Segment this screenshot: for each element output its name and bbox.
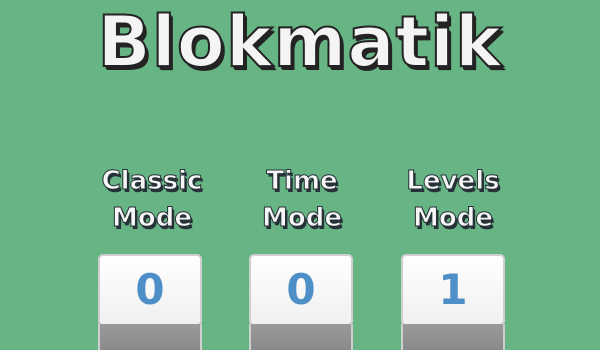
levels-mode-tile-side bbox=[401, 324, 505, 350]
classic-mode-section[interactable]: Classic Mode bbox=[82, 163, 222, 239]
levels-mode-button[interactable]: 1 bbox=[401, 254, 505, 350]
game-title: Blokmatik bbox=[96, 0, 503, 84]
classic-mode-label: Classic Mode bbox=[82, 163, 222, 239]
levels-mode-label-line2: Mode bbox=[413, 203, 494, 234]
classic-mode-label-line1: Classic bbox=[101, 166, 203, 197]
levels-mode-section[interactable]: Levels Mode bbox=[383, 163, 523, 239]
levels-mode-label-line1: Levels bbox=[406, 166, 500, 197]
levels-mode-label: Levels Mode bbox=[383, 163, 523, 239]
classic-mode-tile-side bbox=[98, 324, 202, 350]
time-mode-section[interactable]: Time Mode bbox=[232, 163, 372, 239]
time-mode-button[interactable]: 0 bbox=[249, 254, 353, 350]
levels-mode-score: 1 bbox=[438, 265, 468, 314]
classic-mode-score: 0 bbox=[135, 265, 165, 314]
time-mode-score: 0 bbox=[286, 265, 316, 314]
time-mode-label-line1: Time bbox=[266, 166, 338, 197]
classic-mode-button[interactable]: 0 bbox=[98, 254, 202, 350]
time-mode-label: Time Mode bbox=[232, 163, 372, 239]
time-mode-tile-side bbox=[249, 324, 353, 350]
time-mode-label-line2: Mode bbox=[262, 203, 343, 234]
classic-mode-label-line2: Mode bbox=[112, 203, 193, 234]
